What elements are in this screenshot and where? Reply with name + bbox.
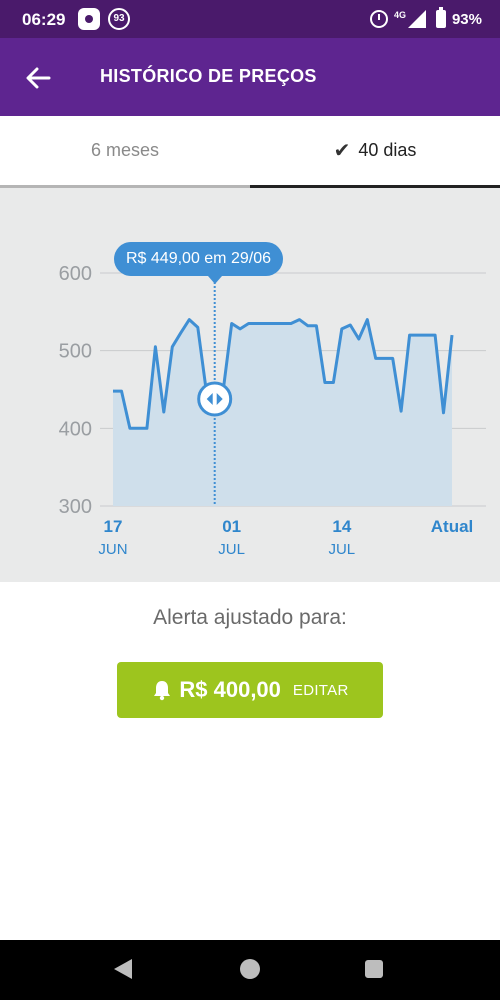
status-indicators: 4G 93%: [369, 7, 482, 30]
x-tick-month: JUL: [218, 541, 245, 558]
nav-back-icon[interactable]: [114, 959, 132, 979]
x-tick-month: JUN: [98, 541, 127, 558]
price-tooltip: R$ 449,00 em 29/06: [114, 242, 283, 284]
alert-price: R$ 400,00: [179, 677, 281, 702]
status-bar: 06:29 93 4G 93%: [0, 0, 500, 38]
price-chart: 600 500 400 300 17 JUN 01 JUL 14 JUL Atual R$ 449,…: [0, 188, 500, 582]
system-nav-bar: [0, 940, 500, 1000]
x-tick-day: 01: [222, 517, 241, 536]
tab-6-meses[interactable]: 6 meses: [0, 116, 250, 188]
signal-icon: [407, 10, 426, 28]
app-notification-icon: [78, 8, 100, 30]
alarm-icon: [369, 10, 388, 28]
y-tick-label: 400: [59, 418, 92, 440]
tab-label: 40 dias: [358, 140, 417, 160]
y-tick-label: 300: [59, 496, 92, 518]
x-tick-month: JUL: [328, 541, 355, 558]
edit-label: EDITAR: [292, 681, 349, 699]
nav-recent-icon[interactable]: [365, 960, 383, 978]
back-button[interactable]: [18, 58, 58, 98]
y-tick-label: 500: [59, 341, 92, 363]
app-bar: HISTÓRICO DE PREÇOS: [0, 38, 500, 116]
x-tick-day: Atual: [431, 517, 474, 536]
period-tabs: 6 meses ✔ 40 dias: [0, 116, 500, 188]
y-tick-label: 600: [59, 263, 92, 285]
check-icon: ✔: [333, 140, 351, 162]
battery-percent: 93%: [451, 10, 482, 28]
battery-icon: [435, 7, 446, 28]
bell-icon: [154, 681, 171, 701]
page-title: HISTÓRICO DE PREÇOS: [100, 66, 317, 86]
x-tick-day: 17: [104, 517, 123, 536]
edit-alert-button[interactable]: R$ 400,00 EDITAR: [117, 662, 383, 718]
x-tick-day: 14: [332, 517, 351, 536]
network-type: 4G: [393, 10, 406, 20]
status-time: 06:29: [22, 10, 66, 29]
alert-label: Alerta ajustado para:: [153, 606, 347, 629]
tab-label: 6 meses: [90, 140, 160, 160]
drag-handle: [197, 381, 233, 417]
tab-40-dias[interactable]: ✔ 40 dias: [250, 116, 500, 188]
arrow-left-icon: [26, 67, 51, 89]
notification-badge: 93: [108, 8, 130, 30]
nav-home-icon[interactable]: [240, 959, 260, 979]
